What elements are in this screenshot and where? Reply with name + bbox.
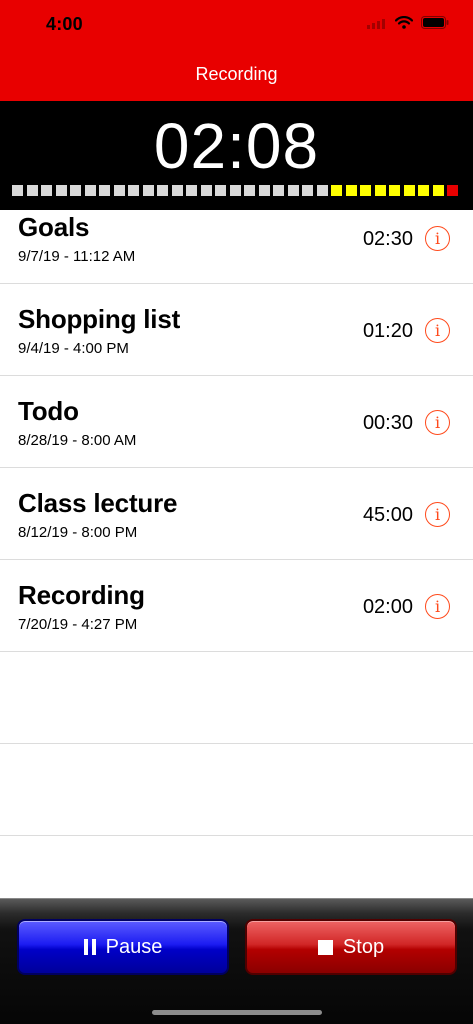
empty-row: [0, 652, 473, 744]
recording-duration: 02:30: [362, 228, 413, 250]
level-segment: [186, 185, 197, 196]
level-segment: [432, 185, 444, 196]
level-segment: [244, 185, 255, 196]
recording-date: 9/4/19 - 4:00 PM: [18, 340, 129, 357]
level-segment: [70, 185, 81, 196]
level-segment: [403, 185, 415, 196]
info-icon: i: [434, 412, 441, 432]
info-button[interactable]: i: [425, 318, 450, 343]
info-icon: i: [434, 596, 441, 616]
recording-title: Shopping list: [18, 304, 181, 334]
recording-duration: 01:20: [362, 320, 413, 342]
recording-title: Todo: [18, 396, 79, 426]
info-button[interactable]: i: [425, 410, 450, 435]
recordings-list: Goals 9/7/19 - 11:12 AM 02:30 i Shopping…: [0, 210, 473, 836]
level-segment: [273, 185, 284, 196]
level-segment: [229, 185, 241, 196]
battery-icon: [421, 16, 449, 34]
info-icon: i: [434, 320, 441, 340]
level-segment: [447, 185, 458, 196]
recording-date: 9/7/19 - 11:12 AM: [18, 248, 136, 265]
recording-title: Class lecture: [18, 488, 178, 518]
pause-button[interactable]: Pause: [17, 919, 229, 975]
level-segment: [418, 185, 429, 196]
status-time: 4:00: [46, 14, 83, 34]
info-icon: i: [434, 504, 441, 524]
level-segment: [200, 185, 212, 196]
recording-row[interactable]: Shopping list 9/4/19 - 4:00 PM 01:20 i: [0, 284, 473, 376]
level-segment: [157, 185, 168, 196]
cellular-signal-icon: [367, 16, 387, 34]
timer-panel: 02:08: [0, 101, 473, 210]
stop-label: Stop: [342, 935, 385, 958]
status-icons: [367, 16, 449, 34]
recording-title: Recording: [18, 580, 145, 610]
recording-date: 8/28/19 - 8:00 AM: [18, 432, 137, 449]
recording-row[interactable]: Goals 9/7/19 - 11:12 AM 02:30 i: [0, 210, 473, 284]
info-button[interactable]: i: [425, 502, 450, 527]
recording-row[interactable]: Recording 7/20/19 - 4:27 PM 02:00 i: [0, 560, 473, 652]
level-segment: [345, 185, 357, 196]
info-button[interactable]: i: [425, 594, 450, 619]
level-segment: [389, 185, 400, 196]
recording-date: 8/12/19 - 8:00 PM: [18, 524, 138, 541]
level-segment: [360, 185, 371, 196]
level-segment: [84, 185, 96, 196]
empty-row: [0, 744, 473, 836]
level-segment: [302, 185, 313, 196]
audio-level-meter: [12, 185, 458, 196]
level-segment: [55, 185, 67, 196]
stop-icon: [317, 939, 333, 955]
level-segment: [12, 185, 23, 196]
level-segment: [41, 185, 52, 196]
recording-row[interactable]: Todo 8/28/19 - 8:00 AM 00:30 i: [0, 376, 473, 468]
recording-date: 7/20/19 - 4:27 PM: [18, 616, 138, 633]
level-segment: [215, 185, 226, 196]
wifi-icon: [394, 16, 414, 34]
elapsed-time: 02:08: [153, 110, 320, 182]
recording-title: Goals: [18, 212, 90, 242]
level-segment: [316, 185, 328, 196]
stop-button[interactable]: Stop: [245, 919, 457, 975]
nav-title: Recording: [195, 64, 278, 84]
home-indicator[interactable]: [152, 1010, 322, 1015]
level-segment: [142, 185, 154, 196]
header-bar: 4:00 Recording: [0, 0, 473, 101]
level-segment: [99, 185, 110, 196]
level-segment: [113, 185, 125, 196]
recording-row[interactable]: Class lecture 8/12/19 - 8:00 PM 45:00 i: [0, 468, 473, 560]
level-segment: [331, 185, 342, 196]
info-icon: i: [434, 228, 441, 248]
info-button[interactable]: i: [425, 226, 450, 251]
level-segment: [128, 185, 139, 196]
level-segment: [26, 185, 38, 196]
level-segment: [171, 185, 183, 196]
recording-duration: 00:30: [362, 412, 413, 434]
recording-duration: 02:00: [362, 596, 413, 618]
level-segment: [258, 185, 270, 196]
pause-label: Pause: [105, 935, 163, 958]
level-segment: [374, 185, 386, 196]
level-segment: [287, 185, 299, 196]
recording-duration: 45:00: [362, 504, 413, 526]
control-bar: Pause Stop: [0, 898, 473, 1024]
pause-icon: [83, 939, 96, 955]
